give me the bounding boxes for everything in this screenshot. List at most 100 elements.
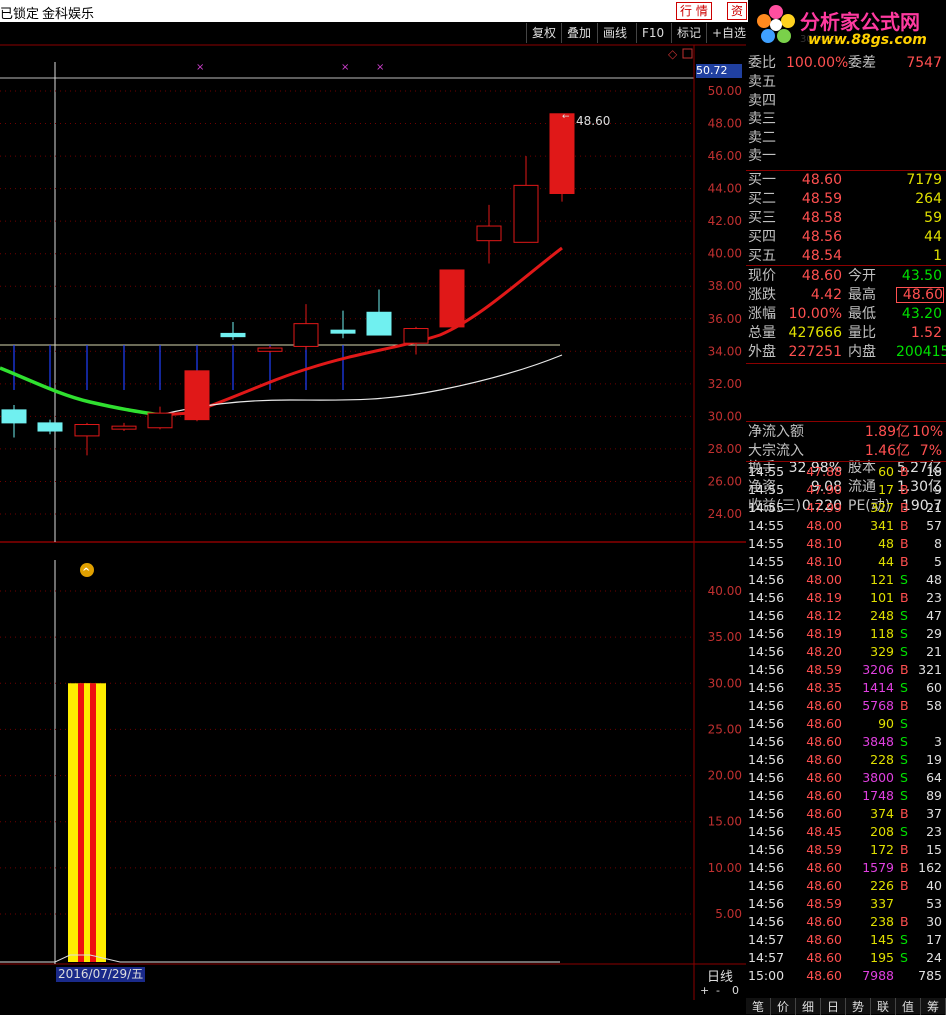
tick-side: S <box>900 680 908 695</box>
tick-side: B <box>900 518 909 533</box>
stat-row: 总量 427666 量比 1.52 <box>746 324 944 342</box>
tick-row: 14:55 47.88 60 B 18 <box>746 463 944 481</box>
tick-time: 14:55 <box>748 518 785 533</box>
volume-tick-label: 20.00 <box>708 769 742 783</box>
price-tick-label: 46.00 <box>708 149 742 163</box>
tick-side: B <box>900 464 909 479</box>
tick-count: 321 <box>918 662 942 677</box>
bottom-tab[interactable]: 细 <box>796 998 821 1015</box>
bottom-tab[interactable]: 筹 <box>921 998 946 1015</box>
tick-count: 3 <box>934 734 942 749</box>
marker-x-1: × <box>196 62 204 73</box>
bottom-tab[interactable]: 笔 <box>746 998 771 1015</box>
tick-price: 48.60 <box>806 914 842 929</box>
price-tick-label: 48.00 <box>708 117 742 131</box>
tick-volume: 5768 <box>862 698 894 713</box>
tick-count: 48 <box>926 572 942 587</box>
volume-tick-label: 30.00 <box>708 676 742 690</box>
volume-tick-label: 5.00 <box>715 907 742 921</box>
bottom-tab[interactable]: 日 <box>821 998 846 1015</box>
candle-body <box>257 347 283 352</box>
tick-time: 14:55 <box>748 500 785 515</box>
tick-volume: 1748 <box>862 788 894 803</box>
tick-price: 48.60 <box>806 752 842 767</box>
tick-count: 57 <box>926 518 942 533</box>
tick-count: 9 <box>934 482 942 497</box>
tick-side: B <box>900 500 909 515</box>
sell-level-label: 卖三 <box>748 111 776 127</box>
tick-price: 48.00 <box>806 572 842 587</box>
tick-volume: 7988 <box>862 968 894 983</box>
tick-volume: 195 <box>870 950 894 965</box>
tick-price: 48.10 <box>806 536 842 551</box>
tick-time: 14:56 <box>748 680 785 695</box>
tick-time: 14:55 <box>748 554 785 569</box>
flow-label: 净流入额 <box>748 424 804 440</box>
zoom-reset-button[interactable]: 0 <box>732 984 739 997</box>
sell-level-label: 卖四 <box>748 92 776 109</box>
buy-level-row: 买四 48.56 44 <box>746 228 944 246</box>
tick-side: S <box>900 932 908 947</box>
tick-price: 48.60 <box>806 950 842 965</box>
tick-row: 14:56 48.35 1414 S 60 <box>746 679 944 697</box>
candle-body <box>513 184 539 243</box>
zoom-in-button[interactable]: + <box>700 984 709 997</box>
stat-label: 总量 <box>748 325 776 341</box>
tick-side: B <box>900 662 909 677</box>
tick-count: 23 <box>926 824 942 839</box>
tick-count: 5 <box>934 554 942 569</box>
flower-icon <box>757 5 795 43</box>
tick-price: 48.20 <box>806 644 842 659</box>
candle-body <box>403 328 429 344</box>
stat-value: 43.20 <box>901 306 942 322</box>
stat-label: 涨幅 <box>748 306 776 322</box>
sep-1 <box>746 170 946 171</box>
tick-price: 48.19 <box>806 626 842 641</box>
tick-count: 37 <box>926 806 942 821</box>
tick-price: 48.59 <box>806 662 842 677</box>
stat-label: 量比 <box>848 325 876 341</box>
bottom-tab[interactable]: 联 <box>871 998 896 1015</box>
tick-side: S <box>900 950 908 965</box>
bottom-tab[interactable]: 势 <box>846 998 871 1015</box>
period-label[interactable]: 日线 <box>696 966 744 985</box>
stat-label: 内盘 <box>848 344 876 360</box>
candle-body <box>439 269 465 328</box>
price-axis: 50.00 48.00 46.00 44.00 42.00 40.00 38.00 36.00… <box>708 84 742 521</box>
tick-time: 14:57 <box>748 950 785 965</box>
tick-volume: 208 <box>870 824 894 839</box>
bottom-tab[interactable]: 价 <box>771 998 796 1015</box>
tick-time: 14:56 <box>748 626 785 641</box>
stat-label: 涨跌 <box>748 287 776 303</box>
tick-row: 14:55 47.99 327 B 21 <box>746 499 944 517</box>
volume-tick-label: 35.00 <box>708 630 742 644</box>
tick-row: 14:56 48.59 172 B 15 <box>746 841 944 859</box>
sell-level-row: 卖四 <box>746 92 944 110</box>
tick-time: 14:56 <box>748 860 785 875</box>
flow-percent: 7% <box>919 443 942 459</box>
stat-label: 外盘 <box>748 344 776 360</box>
zoom-out-button[interactable]: - <box>716 984 720 997</box>
tick-price: 48.00 <box>806 518 842 533</box>
tick-time: 14:56 <box>748 752 785 767</box>
volume-bar-core <box>84 683 90 962</box>
candle-body <box>366 311 392 336</box>
candle-body <box>549 113 575 194</box>
tick-side: S <box>900 734 908 749</box>
tick-time: 14:56 <box>748 608 785 623</box>
tick-time: 14:55 <box>748 482 785 497</box>
sell-level-label: 卖二 <box>748 129 776 146</box>
ratio-label: 委比 <box>748 55 776 71</box>
kline-chart[interactable]: 50.00 48.00 46.00 44.00 42.00 40.00 38.00 36.00… <box>0 0 746 1000</box>
tick-count: 53 <box>926 896 942 911</box>
tick-price: 48.60 <box>806 878 842 893</box>
tick-time: 14:55 <box>748 536 785 551</box>
bottom-tab[interactable]: 值 <box>896 998 921 1015</box>
tick-count: 21 <box>926 500 942 515</box>
volume-axis: 40.00 35.00 30.00 25.00 20.00 15.00 10.00 5.00 <box>708 584 742 921</box>
tick-side: B <box>900 698 909 713</box>
tick-count: 58 <box>926 698 942 713</box>
buy-level-price: 48.58 <box>801 210 842 226</box>
tick-price: 47.99 <box>806 500 842 515</box>
tick-volume: 1414 <box>862 680 894 695</box>
